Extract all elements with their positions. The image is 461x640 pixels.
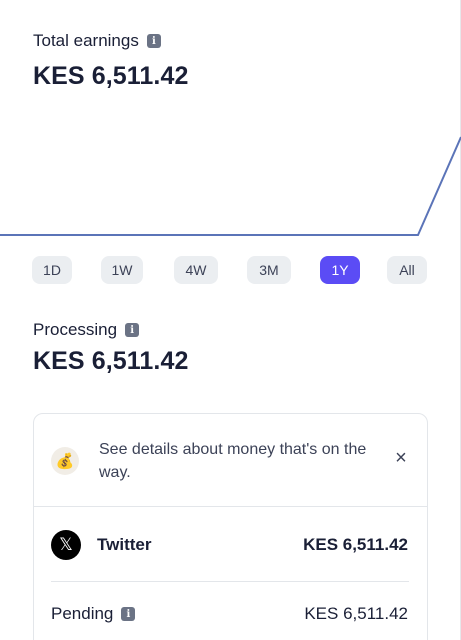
range-4w-button[interactable]: 4W	[174, 256, 218, 284]
range-1y-button[interactable]: 1Y	[320, 256, 360, 284]
range-1d-button[interactable]: 1D	[32, 256, 72, 284]
source-name: Twitter	[97, 535, 152, 554]
earnings-page: Total earnings i KES 6,511.42 1D 1W 4W 3…	[0, 0, 461, 640]
source-row-twitter[interactable]: 𝕏 Twitter KES 6,511.42	[34, 525, 427, 565]
range-3m-button[interactable]: 3M	[247, 256, 291, 284]
pending-label-row: Pending i	[51, 604, 136, 624]
pending-label: Pending	[51, 604, 114, 623]
range-all-button[interactable]: All	[387, 256, 427, 284]
info-icon[interactable]: i	[121, 607, 136, 621]
earnings-line	[0, 136, 461, 236]
x-logo-icon: 𝕏	[51, 530, 81, 560]
pending-amount: KES 6,511.42	[304, 604, 408, 623]
divider	[34, 506, 427, 507]
processing-card: 💰 See details about money that's on the …	[33, 413, 428, 640]
total-earnings-label-row: Total earnings i	[33, 31, 161, 51]
info-icon[interactable]: i	[146, 34, 161, 48]
processing-label: Processing	[33, 320, 118, 339]
money-bag-icon: 💰	[51, 447, 79, 475]
money-on-the-way-notice: 💰 See details about money that's on the …	[34, 414, 427, 506]
pending-row: Pending i KES 6,511.42	[34, 594, 427, 634]
divider	[51, 581, 409, 582]
info-icon[interactable]: i	[125, 323, 140, 337]
processing-label-row: Processing i	[33, 320, 140, 340]
notice-text: See details about money that's on the wa…	[99, 441, 367, 481]
total-earnings-amount: KES 6,511.42	[33, 62, 189, 90]
earnings-chart	[0, 136, 461, 236]
total-earnings-label: Total earnings	[33, 31, 139, 50]
processing-amount: KES 6,511.42	[33, 347, 189, 375]
close-icon[interactable]: ×	[390, 447, 412, 469]
source-amount: KES 6,511.42	[303, 535, 408, 554]
range-selector: 1D 1W 4W 3M 1Y All	[0, 256, 461, 284]
range-1w-button[interactable]: 1W	[101, 256, 143, 284]
